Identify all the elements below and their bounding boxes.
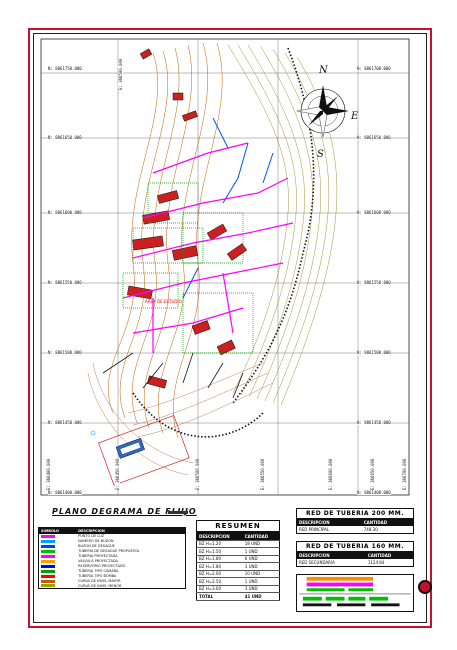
- legend-table: SIMBOLO DESCRIPCION PUNTO DE LUZ NUMERO DE…: [38, 527, 186, 589]
- institution-logo-icon: [418, 580, 432, 594]
- summary-description: TOTAL: [196, 592, 243, 601]
- summary-row: BZ H=1.80 6 UND: [196, 555, 280, 563]
- summary-quantity: 41 UND: [242, 592, 280, 601]
- grid-label-n: N: 8861750.000: [48, 66, 82, 71]
- grid-label-n: N: 8861700.000: [357, 66, 391, 71]
- summary-quantity: 3 UND: [242, 562, 280, 571]
- summary-quantity: 3 UND: [242, 585, 280, 593]
- grid-label-n: N: 8861600.000: [357, 210, 391, 215]
- legend-symbol-icon: [41, 569, 55, 573]
- summary-quantity: 1 UND: [242, 547, 280, 556]
- summary-row: TOTAL 41 UND: [196, 592, 280, 601]
- net-row-label: RED PRINCIPAL: [299, 527, 330, 532]
- legend-symbol-icon: [41, 579, 55, 583]
- net-row-value: 748.30: [363, 527, 378, 532]
- coordinate-grid: [40, 38, 410, 496]
- grid-label-n: N: 8861550.000: [357, 280, 391, 285]
- flow-arrows: [102, 352, 244, 399]
- summary-header: DESCRIPCION: [196, 532, 243, 541]
- legend-symbol-icon: [41, 564, 55, 568]
- grid-label-n: N: 8861450.000: [48, 420, 82, 425]
- summary-quantity: 6 UND: [242, 555, 280, 563]
- grid-label-e: E: 366650.000: [370, 458, 375, 490]
- compass-east-label: E: [350, 111, 359, 122]
- network-160-table: RED DE TUBERIA 160 MM. DESCRIPCION CANTID…: [296, 541, 414, 567]
- lot-outlines: [122, 182, 254, 354]
- net-header: CANTIDAD: [361, 519, 413, 526]
- summary-row: BZ H=1.20 18 UND: [196, 540, 280, 548]
- grid-label-e: E: 366600.000: [328, 458, 333, 490]
- network-200-title: RED DE TUBERIA 200 MM.: [297, 509, 413, 519]
- grid-label-n: N: 8861600.000: [48, 210, 82, 215]
- summary-description: BZ H=3.00: [196, 585, 243, 593]
- grid-label-n: N: 8861500.000: [48, 350, 82, 355]
- building-blocks: [127, 48, 248, 389]
- summary-description: BZ H=2.00: [196, 570, 243, 578]
- legend-symbol-icon: [41, 559, 55, 563]
- grid-label-n: N: 8861400.000: [357, 490, 391, 495]
- title-underline: [168, 511, 188, 514]
- grid-label-n: N: 8861450.000: [357, 420, 391, 425]
- compass-north-label: N: [318, 65, 329, 76]
- summary-quantity: 18 UND: [242, 540, 280, 548]
- summary-row: BZ H=1.80 3 UND: [196, 562, 280, 571]
- net-header: CANTIDAD: [365, 552, 413, 559]
- grid-label-e: E: 366450.000: [115, 458, 120, 490]
- grid-label-n: N: 8861650.000: [357, 135, 391, 140]
- title-block: [296, 574, 414, 612]
- net-header: DESCRIPCION: [297, 519, 362, 526]
- summary-row: BZ H=3.00 3 UND: [196, 585, 280, 593]
- compass-south-label: S: [317, 149, 324, 160]
- net-row-value: 1124.84: [367, 560, 385, 565]
- grid-label-e: E: 366500.000: [195, 458, 200, 490]
- network-160-title: RED DE TUBERIA 160 MM.: [297, 542, 413, 552]
- legend-symbol-icon: [41, 584, 55, 588]
- grid-label-n: N: 8861550.000: [48, 280, 82, 285]
- area-label: AREA DE ESTUDIO: [145, 299, 182, 304]
- grid-label-e: E: 366400.000: [46, 458, 51, 490]
- plan-map: AREA DE ESTUDIO N E S: [40, 38, 410, 496]
- summary-description: BZ H=2.50: [196, 577, 243, 586]
- summary-description: BZ H=1.80: [196, 555, 243, 563]
- summary-row: BZ H=1.50 1 UND: [196, 547, 280, 556]
- grid-label-n: N: 8861400.000: [48, 490, 82, 495]
- summary-description: BZ H=1.80: [196, 562, 243, 571]
- network-200-table: RED DE TUBERIA 200 MM. DESCRIPCION CANTID…: [296, 508, 414, 534]
- summary-quantity: 1 UND: [242, 577, 280, 586]
- legend-symbol-icon: [41, 534, 55, 538]
- summary-quantity: 10 UND: [242, 570, 280, 578]
- summary-header: CANTIDAD: [242, 532, 280, 541]
- legend-row: CURVA DE NIVEL MENOR: [39, 584, 186, 589]
- legend-symbol-icon: [41, 544, 55, 548]
- summary-table: RESUMEN DESCRIPCION CANTIDAD BZ H=1.20 18 …: [196, 520, 280, 601]
- grid-label-e: E: 366700.000: [402, 458, 407, 490]
- legend-symbol-icon: [41, 549, 55, 553]
- summary-row: BZ H=2.00 10 UND: [196, 570, 280, 578]
- grid-label-n: N: 8861500.000: [357, 350, 391, 355]
- legend-symbol-icon: [41, 574, 55, 578]
- grid-label-e: E: 366550.000: [260, 458, 265, 490]
- net-header: DESCRIPCION: [297, 552, 366, 559]
- legend-description: CURVA DE NIVEL MENOR: [78, 583, 122, 588]
- summary-description: BZ H=1.50: [196, 547, 243, 556]
- summary-title: RESUMEN: [196, 520, 280, 532]
- summary-row: BZ H=2.50 1 UND: [196, 577, 280, 586]
- summary-description: BZ H=1.20: [196, 540, 243, 548]
- legend-symbol-icon: [41, 539, 55, 543]
- north-arrow-icon: [296, 85, 349, 138]
- net-row-label: RED SECUNDARIA: [299, 560, 335, 565]
- pipe-network-blue: [182, 117, 274, 299]
- grid-label-n: N: 8861650.000: [48, 135, 82, 140]
- grid-label-e: E: 366500.000: [118, 58, 123, 90]
- legend-symbol-icon: [41, 554, 55, 558]
